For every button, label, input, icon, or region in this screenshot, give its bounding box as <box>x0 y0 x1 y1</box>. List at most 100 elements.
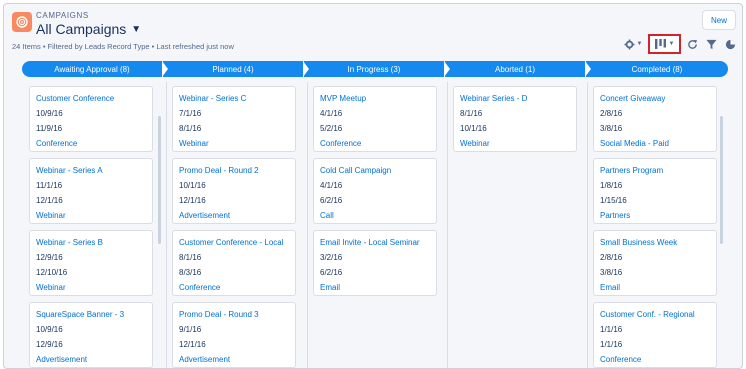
campaign-name-link[interactable]: MVP Meetup <box>320 91 430 106</box>
list-settings-button[interactable]: ▼ <box>620 34 646 54</box>
campaign-card[interactable]: Concert Giveaway 2/8/16 3/8/16 Social Me… <box>593 86 717 152</box>
column-divider <box>587 82 588 368</box>
chevron-down-icon: ▼ <box>668 41 675 47</box>
end-date: 5/2/16 <box>320 124 343 133</box>
refresh-button[interactable] <box>683 34 701 54</box>
campaign-type: Conference <box>36 139 78 148</box>
campaign-type: Social Media - Paid <box>600 139 669 148</box>
charts-button[interactable] <box>721 34 739 54</box>
stage-label: Aborted (1) <box>494 64 536 74</box>
end-date: 11/9/16 <box>36 124 63 133</box>
campaign-card[interactable]: Email Invite - Local Seminar 3/2/16 6/2/… <box>313 230 437 296</box>
campaign-card[interactable]: Customer Conference - Local 8/1/16 8/3/1… <box>172 230 296 296</box>
kanban-column-planned: Webinar - Series C 7/1/16 8/1/16 Webinar… <box>172 82 301 368</box>
column-divider <box>307 82 308 368</box>
start-date: 2/8/16 <box>600 109 623 118</box>
campaign-name-link[interactable]: Webinar - Series A <box>36 163 146 178</box>
campaign-type: Advertisement <box>36 355 88 364</box>
column-scrollbar[interactable] <box>720 116 723 244</box>
campaign-name-link[interactable]: Webinar - Series C <box>179 91 289 106</box>
filter-button[interactable] <box>702 34 720 54</box>
stage-planned[interactable]: Planned (4) <box>163 61 303 77</box>
campaign-card[interactable]: Cold Call Campaign 4/1/16 6/2/16 Call <box>313 158 437 224</box>
start-date: 3/2/16 <box>320 253 343 262</box>
column-scrollbar[interactable] <box>158 116 161 244</box>
campaign-type: Email <box>600 283 621 292</box>
campaign-type: Webinar <box>460 139 490 148</box>
campaign-card[interactable]: Customer Conference 10/9/16 11/9/16 Conf… <box>29 86 153 152</box>
start-date: 8/1/16 <box>179 253 202 262</box>
kanban-app: CAMPAIGNS All Campaigns ▼ 24 Items • Fil… <box>3 3 743 369</box>
campaign-name-link[interactable]: Small Business Week <box>600 235 710 250</box>
campaign-name-link[interactable]: Customer Conference <box>36 91 146 106</box>
stage-label: In Progress (3) <box>347 64 401 74</box>
stage-aborted[interactable]: Aborted (1) <box>445 61 585 77</box>
campaign-card[interactable]: Partners Program 1/8/16 1/15/16 Partners <box>593 158 717 224</box>
stage-in-progress[interactable]: In Progress (3) <box>304 61 444 77</box>
start-date: 1/8/16 <box>600 181 623 190</box>
end-date: 3/8/16 <box>600 268 623 277</box>
campaign-card[interactable]: Customer Conf. - Regional 1/1/16 1/1/16 … <box>593 302 717 368</box>
pie-chart-icon <box>725 39 736 50</box>
list-view-header: CAMPAIGNS All Campaigns ▼ 24 Items • Fil… <box>4 4 742 56</box>
end-date: 12/1/16 <box>179 196 206 205</box>
end-date: 12/1/16 <box>36 196 63 205</box>
kanban-icon <box>654 39 666 49</box>
list-view-selector[interactable]: All Campaigns ▼ <box>36 21 141 37</box>
new-button[interactable]: New <box>702 10 736 30</box>
filter-icon <box>705 39 717 50</box>
campaign-card[interactable]: Webinar - Series C 7/1/16 8/1/16 Webinar <box>172 86 296 152</box>
campaign-name-link[interactable]: Promo Deal - Round 2 <box>179 163 289 178</box>
end-date: 1/1/16 <box>600 340 623 349</box>
campaign-name-link[interactable]: SquareSpace Banner - 3 <box>36 307 146 322</box>
start-date: 8/1/16 <box>460 109 483 118</box>
stage-label: Awaiting Approval (8) <box>54 64 130 74</box>
campaign-card[interactable]: Small Business Week 2/8/16 3/8/16 Email <box>593 230 717 296</box>
campaign-name-link[interactable]: Webinar Series - D <box>460 91 570 106</box>
campaign-name-link[interactable]: Customer Conference - Local <box>179 235 289 250</box>
end-date: 1/15/16 <box>600 196 627 205</box>
campaign-card[interactable]: Webinar - Series A 11/1/16 12/1/16 Webin… <box>29 158 153 224</box>
stage-separator <box>444 61 450 77</box>
list-title: All Campaigns <box>36 21 127 37</box>
campaign-type: Conference <box>179 283 221 292</box>
start-date: 9/1/16 <box>179 325 202 334</box>
campaign-type: Advertisement <box>179 355 231 364</box>
start-date: 10/1/16 <box>179 181 206 190</box>
column-divider <box>447 82 448 368</box>
campaign-icon <box>12 12 32 32</box>
campaign-card[interactable]: Promo Deal - Round 2 10/1/16 12/1/16 Adv… <box>172 158 296 224</box>
stage-separator <box>303 61 309 77</box>
campaign-name-link[interactable]: Email Invite - Local Seminar <box>320 235 430 250</box>
campaign-name-link[interactable]: Promo Deal - Round 3 <box>179 307 289 322</box>
display-as-kanban-button[interactable]: ▼ <box>648 34 681 54</box>
campaign-name-link[interactable]: Cold Call Campaign <box>320 163 430 178</box>
start-date: 2/8/16 <box>600 253 623 262</box>
stage-awaiting-approval[interactable]: Awaiting Approval (8) <box>22 61 162 77</box>
campaign-name-link[interactable]: Concert Giveaway <box>600 91 710 106</box>
campaign-type: Webinar <box>36 211 66 220</box>
campaign-card[interactable]: Webinar Series - D 8/1/16 10/1/16 Webina… <box>453 86 577 152</box>
campaign-type: Call <box>320 211 334 220</box>
campaign-name-link[interactable]: Partners Program <box>600 163 710 178</box>
start-date: 4/1/16 <box>320 109 343 118</box>
caret-down-icon: ▼ <box>131 23 142 35</box>
stage-separator <box>162 61 168 77</box>
stage-completed[interactable]: Completed (8) <box>586 61 728 77</box>
campaign-name-link[interactable]: Customer Conf. - Regional <box>600 307 710 322</box>
gear-icon <box>623 38 635 50</box>
end-date: 12/1/16 <box>179 340 206 349</box>
campaign-card[interactable]: Webinar - Series B 12/9/16 12/10/16 Webi… <box>29 230 153 296</box>
start-date: 12/9/16 <box>36 253 63 262</box>
campaign-card[interactable]: MVP Meetup 4/1/16 5/2/16 Conference <box>313 86 437 152</box>
start-date: 11/1/16 <box>36 181 63 190</box>
kanban-column-completed: Concert Giveaway 2/8/16 3/8/16 Social Me… <box>593 82 722 368</box>
end-date: 8/1/16 <box>179 124 202 133</box>
list-meta-info: 24 Items • Filtered by Leads Record Type… <box>12 42 234 51</box>
start-date: 1/1/16 <box>600 325 623 334</box>
campaign-type: Conference <box>600 355 642 364</box>
campaign-card[interactable]: SquareSpace Banner - 3 10/9/16 12/9/16 A… <box>29 302 153 368</box>
campaign-type: Conference <box>320 139 362 148</box>
campaign-card[interactable]: Promo Deal - Round 3 9/1/16 12/1/16 Adve… <box>172 302 296 368</box>
campaign-name-link[interactable]: Webinar - Series B <box>36 235 146 250</box>
